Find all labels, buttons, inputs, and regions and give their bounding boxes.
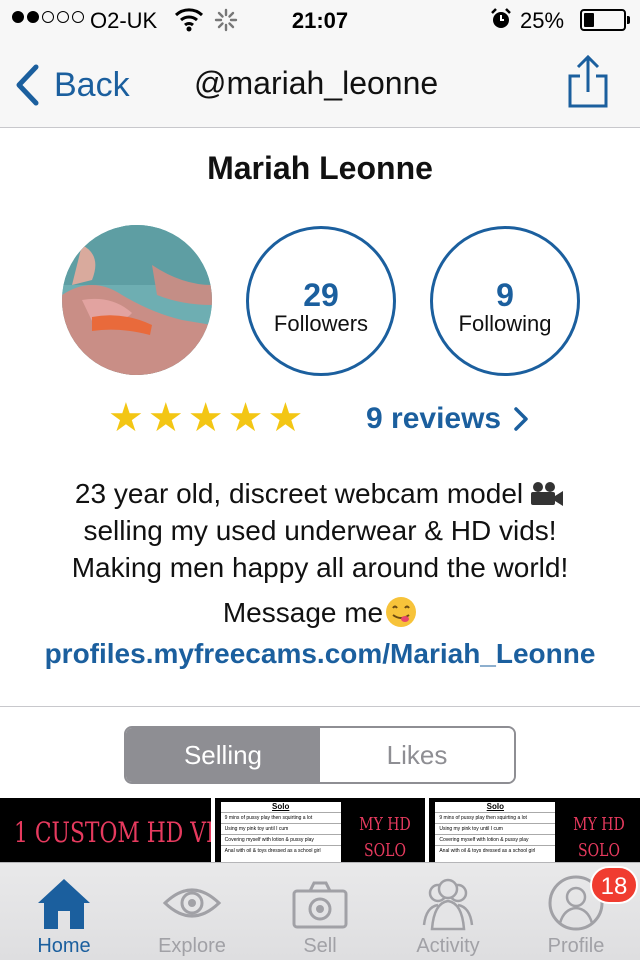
- tab-home[interactable]: Home: [0, 863, 128, 960]
- home-icon: [38, 879, 90, 929]
- rating-stars: ★ ★ ★ ★ ★: [108, 398, 303, 438]
- bio-line-3: Making men happy all around the world!: [71, 552, 569, 583]
- listing-thumbnail[interactable]: Solo 9 mins of pussy play then squirting…: [429, 798, 640, 870]
- star-icon: ★: [147, 396, 184, 440]
- followers-label: Followers: [273, 311, 369, 336]
- bio-line-4: Message me: [20, 594, 620, 631]
- followers-count: 29: [303, 277, 339, 313]
- profile-name: Mariah Leonne: [207, 150, 433, 186]
- tab-likes[interactable]: Likes: [320, 728, 514, 782]
- followers-button[interactable]: 29 Followers: [246, 226, 396, 376]
- star-icon: ★: [108, 396, 144, 440]
- tab-explore[interactable]: Explore: [128, 863, 256, 960]
- tab-sell[interactable]: Sell: [256, 863, 384, 960]
- camera-icon: [292, 881, 348, 929]
- tab-bar: Home Explore Sell Activity Profile: [0, 862, 640, 960]
- people-icon: [422, 878, 474, 931]
- share-icon[interactable]: [566, 54, 610, 110]
- following-count: 9: [496, 277, 514, 313]
- listing-thumbnail[interactable]: Solo 9 mins of pussy play then squirting…: [214, 798, 426, 870]
- chevron-right-icon: [514, 407, 528, 431]
- star-icon: ★: [227, 396, 264, 440]
- chevron-left-icon: [16, 64, 39, 106]
- following-label: Following: [458, 311, 552, 336]
- battery-icon: [580, 9, 630, 31]
- star-icon: ★: [187, 396, 224, 440]
- battery-fill: [584, 13, 594, 27]
- profile-link[interactable]: profiles.myfreecams.com/Mariah_Leonne: [0, 638, 640, 670]
- avatar-photo: [62, 225, 212, 375]
- status-bar: O2-UK 21:07 25%: [0, 0, 640, 40]
- listing-thumbnails: 1 CUSTOM HD VID Solo 9 mins of pussy pla…: [0, 798, 640, 870]
- thumbnail-document: Solo 9 mins of pussy play then squirting…: [220, 802, 341, 870]
- avatar[interactable]: [62, 225, 212, 375]
- tab-selling[interactable]: Selling: [126, 728, 320, 782]
- back-button-label: Back: [54, 65, 130, 104]
- alarm-icon: [491, 8, 511, 28]
- bio-line-1: 23 year old, discreet webcam model: [20, 475, 620, 512]
- reviews-label: 9 reviews: [366, 402, 502, 435]
- selling-likes-segmented-control: Selling Likes: [124, 726, 516, 784]
- thumbnail-text: 1 CUSTOM HD VID: [14, 816, 211, 849]
- thumbnail-document: Solo 9 mins of pussy play then squirting…: [435, 802, 556, 870]
- navigation-bar: Back @mariah_leonne: [0, 40, 640, 128]
- bio-line-2: selling my used underwear & HD vids!: [83, 515, 557, 546]
- yum-face-icon: [386, 597, 417, 627]
- back-button[interactable]: Back: [14, 62, 130, 108]
- bio: 23 year old, discreet webcam model selli…: [20, 475, 620, 631]
- listing-thumbnail[interactable]: 1 CUSTOM HD VID: [0, 798, 211, 870]
- star-icon: ★: [267, 396, 304, 440]
- section-divider: [0, 706, 640, 707]
- reviews-link[interactable]: 9 reviews: [366, 402, 529, 436]
- notification-badge: 18: [590, 866, 638, 904]
- battery-percent: 25%: [520, 8, 565, 33]
- following-button[interactable]: 9 Following: [430, 226, 580, 376]
- eye-icon: [162, 888, 222, 918]
- movie-camera-icon: [531, 482, 564, 506]
- tab-activity[interactable]: Activity: [384, 863, 512, 960]
- page-title: @mariah_leonne: [194, 65, 439, 101]
